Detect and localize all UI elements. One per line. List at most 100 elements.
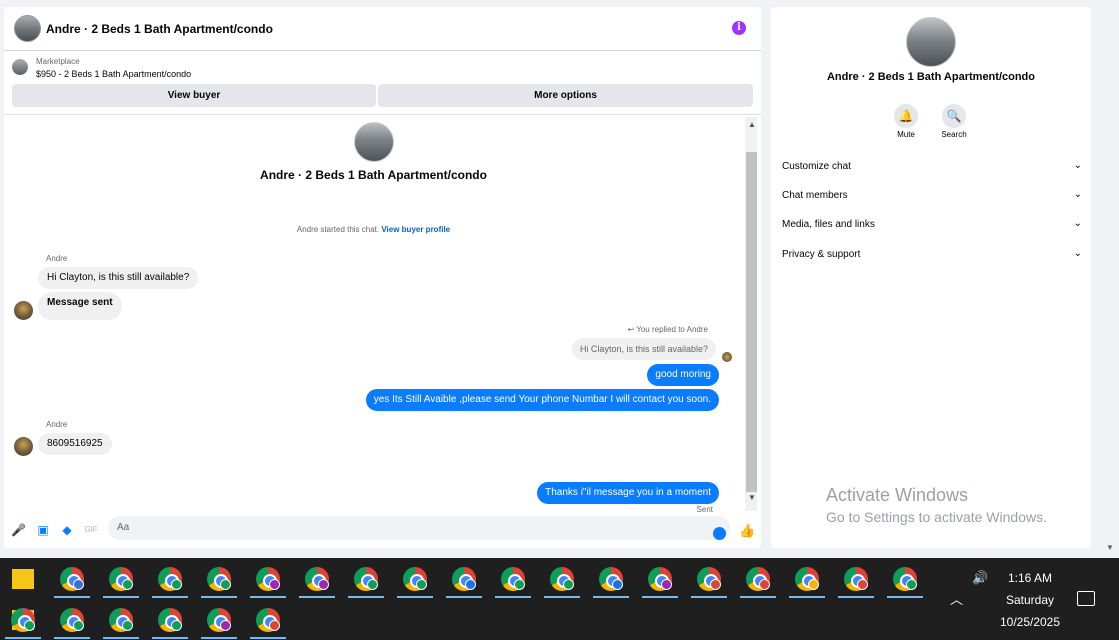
sticker-icon[interactable]: ◆ bbox=[60, 523, 74, 537]
microphone-icon[interactable]: 🎤 bbox=[11, 523, 26, 537]
andre-avatar[interactable] bbox=[14, 301, 33, 320]
search-icon: 🔍 bbox=[946, 109, 962, 123]
chrome-taskbar-icon[interactable] bbox=[493, 561, 533, 599]
sent-status: Sent bbox=[696, 505, 713, 514]
chrome-taskbar-icon[interactable] bbox=[248, 602, 288, 640]
volume-icon[interactable]: 🔊 bbox=[972, 570, 988, 586]
chrome-taskbar-icon[interactable] bbox=[591, 561, 631, 599]
section-media-files-links[interactable]: Media, files and links ⌄ bbox=[782, 218, 1082, 237]
scroll-up-arrow-icon[interactable]: ▲ bbox=[748, 120, 756, 129]
chrome-taskbar-icon[interactable] bbox=[640, 561, 680, 599]
sender-name: Andre bbox=[46, 254, 68, 263]
reply-note: ↩ You replied to Andre bbox=[627, 325, 708, 334]
mute-button[interactable]: 🔔 bbox=[894, 104, 918, 128]
incoming-message[interactable]: Hi Clayton, is this still available? bbox=[38, 267, 199, 289]
section-privacy-support[interactable]: Privacy & support ⌄ bbox=[782, 248, 1082, 267]
chrome-taskbar-icon[interactable] bbox=[52, 561, 92, 599]
message-list: Andre · 2 Beds 1 Bath Apartment/condo An… bbox=[4, 117, 743, 514]
listing-source: Marketplace bbox=[36, 57, 80, 66]
clock-date[interactable]: 10/25/2025 bbox=[990, 615, 1070, 629]
seen-indicator-avatar bbox=[722, 352, 732, 362]
taskbar: ︿ 🔊 1:16 AM Saturday 10/25/2025 bbox=[0, 558, 1119, 640]
incoming-message[interactable]: 8609516925 bbox=[38, 433, 112, 455]
chevron-down-icon: ⌄ bbox=[1073, 160, 1082, 171]
incoming-message[interactable]: Message sent bbox=[38, 292, 122, 320]
chrome-taskbar-icon[interactable] bbox=[52, 602, 92, 640]
chrome-taskbar-icon[interactable] bbox=[885, 561, 925, 599]
chrome-taskbar-icon[interactable] bbox=[395, 561, 435, 599]
chrome-taskbar-icon[interactable] bbox=[836, 561, 876, 599]
chat-started-note: Andre started this chat. View buyer prof… bbox=[4, 225, 743, 234]
section-chat-members[interactable]: Chat members ⌄ bbox=[782, 189, 1082, 208]
info-icon[interactable]: i bbox=[732, 21, 746, 35]
photo-icon[interactable]: ▣ bbox=[36, 523, 50, 537]
mute-label: Mute bbox=[897, 130, 915, 139]
chat-header: Andre · 2 Beds 1 Bath Apartment/condo i bbox=[4, 7, 761, 51]
quoted-message[interactable]: Hi Clayton, is this still available? bbox=[571, 338, 716, 360]
notification-center-icon[interactable] bbox=[1077, 591, 1095, 606]
divider bbox=[4, 114, 761, 115]
sender-name: Andre bbox=[46, 420, 68, 429]
thumbs-up-icon[interactable]: 👍 bbox=[739, 523, 755, 539]
chat-panel: Andre · 2 Beds 1 Bath Apartment/condo i … bbox=[4, 7, 761, 548]
more-options-button[interactable]: More options bbox=[378, 84, 753, 107]
conversation-avatar bbox=[354, 122, 394, 162]
chrome-taskbar-icon[interactable] bbox=[199, 602, 239, 640]
listing-title: $950 - 2 Beds 1 Bath Apartment/condo bbox=[36, 69, 192, 79]
chrome-taskbar-icon[interactable] bbox=[297, 561, 337, 599]
bell-icon: 🔔 bbox=[898, 109, 914, 123]
sticky-notes-icon[interactable] bbox=[12, 569, 34, 589]
listing-thumbnail bbox=[12, 59, 28, 75]
search-button[interactable]: 🔍 bbox=[942, 104, 966, 128]
section-label: Media, files and links bbox=[782, 219, 875, 230]
info-avatar[interactable] bbox=[906, 17, 956, 67]
view-buyer-profile-link[interactable]: View buyer profile bbox=[381, 225, 450, 234]
activate-windows-subtitle: Go to Settings to activate Windows. bbox=[826, 509, 1047, 525]
chrome-taskbar-icon[interactable] bbox=[738, 561, 778, 599]
listing-summary[interactable]: Marketplace $950 - 2 Beds 1 Bath Apartme… bbox=[4, 52, 761, 82]
chat-title[interactable]: Andre · 2 Beds 1 Bath Apartment/condo bbox=[46, 22, 273, 36]
info-panel: Andre · 2 Beds 1 Bath Apartment/condo 🔔 … bbox=[771, 7, 1091, 548]
chrome-taskbar-icon[interactable] bbox=[444, 561, 484, 599]
chrome-taskbar-icon[interactable] bbox=[199, 561, 239, 599]
show-hidden-icons-chevron-icon[interactable]: ︿ bbox=[950, 589, 963, 608]
chrome-taskbar-icon[interactable] bbox=[101, 602, 141, 640]
clock-time[interactable]: 1:16 AM bbox=[990, 571, 1070, 585]
conversation-title: Andre · 2 Beds 1 Bath Apartment/condo bbox=[260, 168, 487, 182]
chrome-taskbar-icon[interactable] bbox=[346, 561, 386, 599]
view-buyer-button[interactable]: View buyer bbox=[12, 84, 376, 107]
section-customize-chat[interactable]: Customize chat ⌄ bbox=[782, 160, 1082, 179]
header-avatar[interactable] bbox=[14, 15, 41, 42]
page-scroll-down-icon[interactable]: ▼ bbox=[1106, 543, 1114, 552]
chevron-down-icon: ⌄ bbox=[1073, 189, 1082, 200]
info-title: Andre · 2 Beds 1 Bath Apartment/condo bbox=[826, 71, 1035, 83]
message-input[interactable]: Aa bbox=[108, 516, 730, 540]
chrome-taskbar-icon[interactable] bbox=[787, 561, 827, 599]
composer: 🎤 ▣ ◆ GIF Aa 👍 bbox=[4, 514, 761, 548]
chrome-taskbar-icon[interactable] bbox=[3, 602, 43, 640]
chevron-down-icon: ⌄ bbox=[1073, 248, 1082, 259]
scrollbar-thumb[interactable] bbox=[746, 152, 757, 492]
outgoing-message[interactable]: yes Its Still Avaible ,please send Your … bbox=[365, 389, 719, 411]
reply-note-text: You replied to Andre bbox=[636, 325, 708, 334]
search-label: Search bbox=[941, 130, 967, 139]
chrome-taskbar-icon[interactable] bbox=[248, 561, 288, 599]
reply-arrow-icon: ↩ bbox=[627, 325, 637, 334]
chrome-taskbar-icon[interactable] bbox=[101, 561, 141, 599]
chrome-taskbar-icon[interactable] bbox=[542, 561, 582, 599]
section-label: Chat members bbox=[782, 190, 848, 201]
emoji-icon[interactable] bbox=[713, 527, 726, 540]
gif-icon[interactable]: GIF bbox=[84, 523, 98, 537]
chevron-down-icon: ⌄ bbox=[1073, 218, 1082, 229]
section-label: Customize chat bbox=[782, 161, 851, 172]
chrome-taskbar-icon[interactable] bbox=[150, 602, 190, 640]
chat-started-text: Andre started this chat. bbox=[296, 225, 380, 234]
andre-avatar[interactable] bbox=[14, 437, 33, 456]
chrome-taskbar-icon[interactable] bbox=[689, 561, 729, 599]
chrome-taskbar-icon[interactable] bbox=[150, 561, 190, 599]
outgoing-message[interactable]: good moring bbox=[647, 364, 719, 386]
clock-day[interactable]: Saturday bbox=[990, 593, 1070, 607]
outgoing-message[interactable]: Thanks i"il message you in a moment bbox=[537, 482, 719, 504]
activate-windows-title: Activate Windows bbox=[826, 485, 969, 505]
scroll-down-arrow-icon[interactable]: ▼ bbox=[748, 493, 756, 502]
